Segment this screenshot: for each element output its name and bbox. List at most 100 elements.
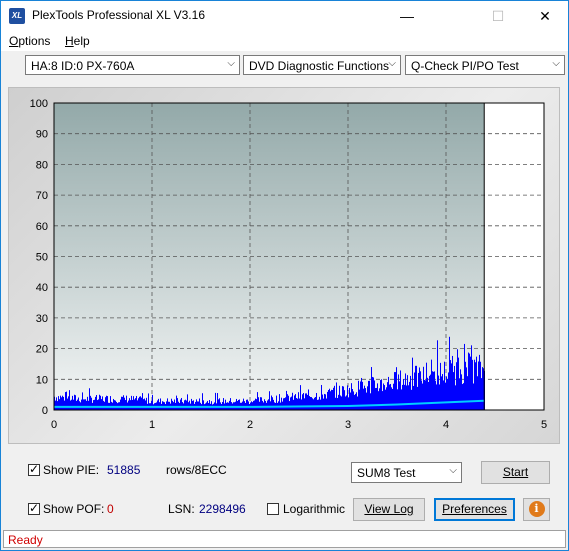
minimize-button[interactable]: — xyxy=(384,1,430,31)
pie-bar xyxy=(184,400,185,410)
menu-options[interactable]: Options xyxy=(9,34,50,48)
menu-help-key: H xyxy=(65,34,74,48)
sum-test-select[interactable]: SUM8 Test ⌵ xyxy=(351,462,462,483)
maximize-button[interactable]: ☐ xyxy=(475,1,521,31)
pie-bar xyxy=(243,398,244,410)
pie-bar xyxy=(186,400,187,410)
pie-bar xyxy=(408,385,409,410)
rows-unit-label: rows/8ECC xyxy=(166,463,227,477)
pie-bar xyxy=(253,400,254,410)
show-pie-checkbox[interactable] xyxy=(28,462,40,476)
pie-bar xyxy=(463,383,464,410)
pie-bar xyxy=(309,396,310,410)
pie-bar xyxy=(180,399,181,410)
pie-bar xyxy=(303,393,304,410)
pie-bar xyxy=(359,389,360,410)
info-button[interactable]: i xyxy=(523,498,550,521)
show-pof-checkbox[interactable] xyxy=(28,501,40,515)
pie-bar xyxy=(307,394,308,410)
pie-bar xyxy=(294,395,295,410)
pie-bar xyxy=(63,396,64,410)
pie-bar xyxy=(157,400,158,410)
pie-bar xyxy=(353,391,354,410)
pie-bar xyxy=(162,401,163,410)
pie-bar xyxy=(466,367,467,410)
pie-bar xyxy=(73,399,74,410)
pie-bar xyxy=(121,396,122,410)
pie-bar xyxy=(211,401,212,410)
pie-bar xyxy=(238,399,239,410)
pie-bar xyxy=(174,399,175,410)
pie-bar xyxy=(134,399,135,410)
pie-bar xyxy=(76,400,77,410)
pie-bar xyxy=(314,397,315,410)
pie-bar xyxy=(247,399,248,410)
pie-bar xyxy=(301,399,302,410)
pie-bar xyxy=(474,359,475,410)
pie-bar xyxy=(236,398,237,410)
pie-bar xyxy=(262,400,263,410)
pie-bar xyxy=(225,399,226,410)
pie-bar xyxy=(324,393,325,410)
pie-bar xyxy=(378,391,379,410)
pie-bar xyxy=(81,399,82,410)
pie-bar xyxy=(246,399,247,410)
pie-bar xyxy=(411,389,412,410)
pie-bar xyxy=(322,394,323,410)
pie-bar xyxy=(140,396,141,410)
pie-bar xyxy=(375,388,376,410)
pie-bar xyxy=(120,399,121,410)
y-tick-label: 80 xyxy=(36,159,48,171)
pie-bar xyxy=(345,396,346,410)
x-tick-label: 4 xyxy=(443,419,449,431)
pie-bar xyxy=(383,383,384,410)
pie-bar xyxy=(320,399,321,410)
close-button[interactable]: ✕ xyxy=(522,1,568,31)
function-select[interactable]: DVD Diagnostic Functions ⌵ xyxy=(243,55,401,75)
pie-bar xyxy=(299,398,300,410)
pie-bar xyxy=(291,396,292,410)
pie-bar xyxy=(289,401,290,410)
info-icon: i xyxy=(528,501,545,517)
pie-bar xyxy=(355,393,356,410)
start-button[interactable]: Start xyxy=(481,461,550,484)
pie-bar xyxy=(436,384,437,410)
preferences-button[interactable]: Preferences xyxy=(434,498,515,521)
pie-bar xyxy=(350,392,351,410)
pie-bar xyxy=(166,401,167,410)
menu-help[interactable]: Help xyxy=(65,34,90,48)
test-select-value: Q-Check PI/PO Test xyxy=(411,59,519,73)
drive-select[interactable]: HA:8 ID:0 PX-760A ⌵ xyxy=(25,55,240,75)
logarithmic-checkbox[interactable] xyxy=(267,503,279,515)
app-icon: XL xyxy=(9,8,25,24)
view-log-button-label: View Log xyxy=(364,502,414,516)
pie-bar xyxy=(103,400,104,410)
pie-bar xyxy=(268,399,269,410)
pie-bar xyxy=(192,400,193,410)
pie-bar xyxy=(284,398,285,410)
pie-bar xyxy=(124,397,125,410)
y-tick-label: 40 xyxy=(36,282,48,294)
pie-bar xyxy=(144,398,145,410)
pie-bar xyxy=(218,399,219,410)
pie-bar xyxy=(295,394,296,410)
view-log-button[interactable]: View Log xyxy=(353,498,425,521)
chevron-down-icon: ⌵ xyxy=(388,58,396,69)
pie-bar xyxy=(366,392,367,410)
pie-bar xyxy=(445,382,446,410)
pie-bar xyxy=(265,400,266,410)
pie-chart: 10090807060504030201000 1 2 3 4 5 xyxy=(30,98,547,431)
pie-bar xyxy=(93,400,94,410)
pie-bar xyxy=(433,371,434,410)
pie-bar xyxy=(97,400,98,410)
x-tick-label: 3 xyxy=(345,419,351,431)
pie-bar xyxy=(83,399,84,410)
pie-bar xyxy=(379,388,380,410)
test-select[interactable]: Q-Check PI/PO Test ⌵ xyxy=(405,55,565,75)
pie-bar xyxy=(325,394,326,410)
pie-bar xyxy=(439,384,440,410)
pie-bar xyxy=(386,387,387,410)
pie-bar xyxy=(357,396,358,410)
pie-bar xyxy=(432,371,433,410)
show-pof-label: Show POF: xyxy=(43,502,105,516)
